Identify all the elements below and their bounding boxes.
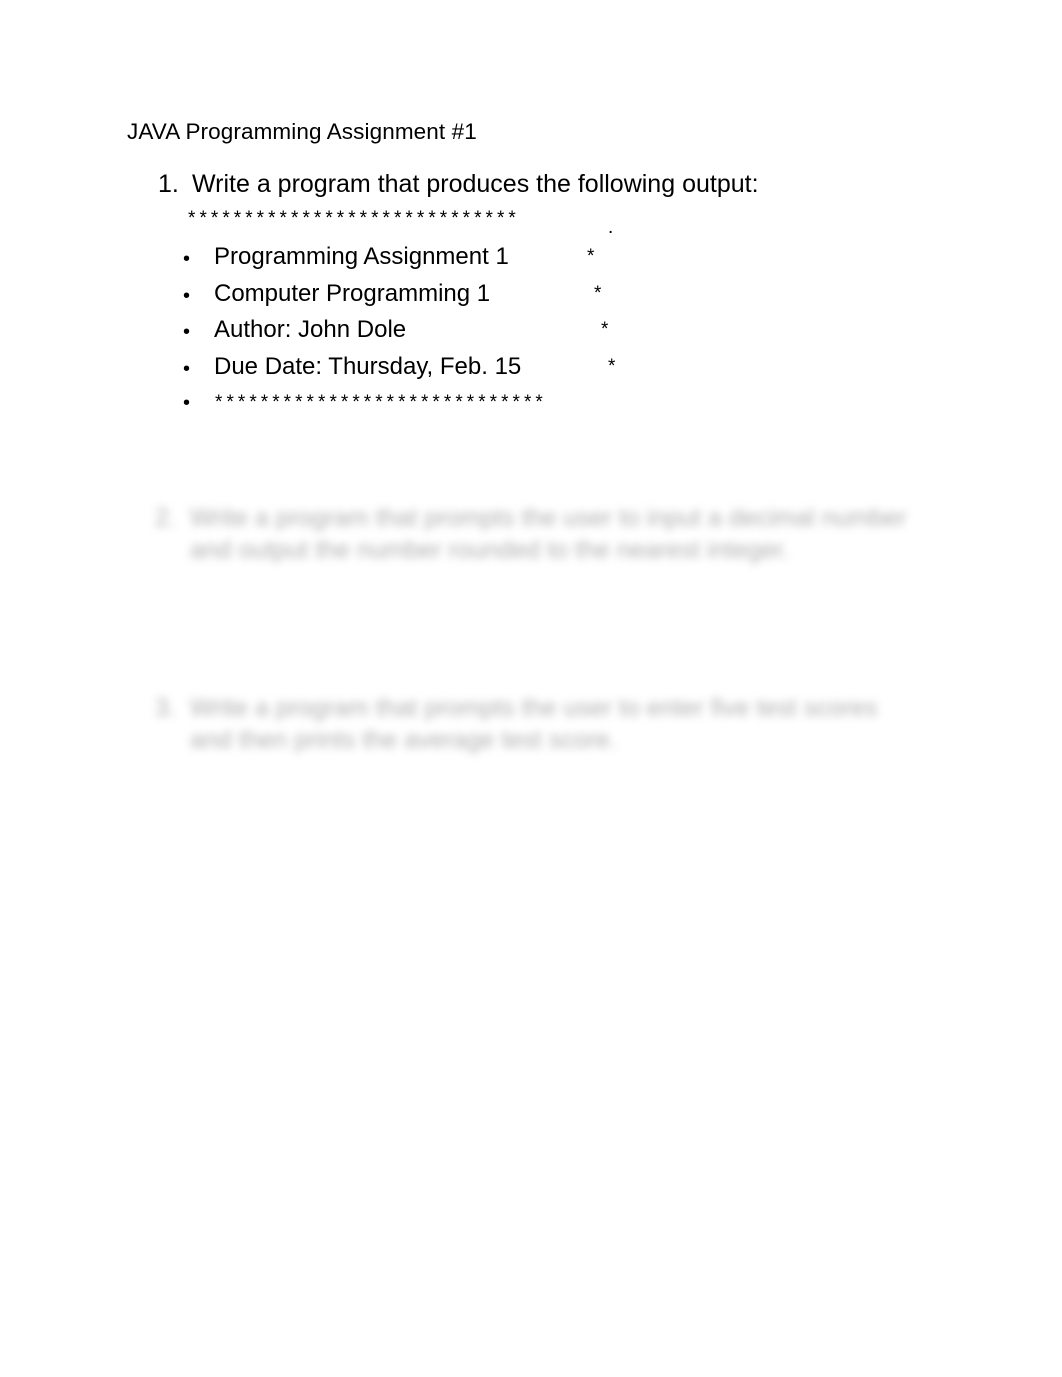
- output-line-label: Computer Programming 1: [214, 279, 491, 307]
- output-line-label: Due Date: Thursday, Feb. 15: [214, 352, 522, 380]
- list-item-3-number: 3.: [155, 694, 176, 722]
- asterisk-icon: *: [587, 246, 595, 267]
- bullet-dot-icon: •: [183, 392, 191, 414]
- bullet-dot-icon: •: [183, 284, 191, 307]
- asterisk-icon: *: [594, 282, 602, 304]
- list-item-1-number: 1.: [158, 170, 179, 198]
- asterisk-icon: *: [601, 319, 609, 340]
- list-item-2-number: 2.: [155, 504, 176, 532]
- output-line-label: Programming Assignment 1: [214, 243, 509, 270]
- asterisk-border-top: *****************************: [188, 208, 520, 229]
- bullet-dot-icon: •: [183, 248, 191, 270]
- list-item-2-text-line-2: and output the number rounded to the nea…: [190, 536, 790, 564]
- asterisk-border-bottom: *****************************: [215, 392, 547, 413]
- document-title: JAVA Programming Assignment #1: [127, 119, 477, 144]
- list-item: • Computer Programming 1 *: [183, 280, 643, 317]
- bullet-dot-icon: •: [183, 321, 191, 343]
- trailing-period: .: [608, 217, 614, 238]
- list-item-3-text-line-2: and then prints the average test score.: [190, 726, 617, 754]
- list-item-1-text: Write a program that produces the follow…: [192, 170, 759, 198]
- output-line-label: Author: John Dole: [214, 316, 407, 343]
- document-page: JAVA Programming Assignment #1 1. Write …: [0, 0, 1062, 1377]
- bullet-dot-icon: •: [183, 357, 191, 380]
- list-item: • Due Date: Thursday, Feb. 15 *: [183, 353, 643, 390]
- list-item: • Author: John Dole *: [183, 316, 643, 353]
- asterisk-icon: *: [608, 355, 616, 377]
- list-item: • Programming Assignment 1 *: [183, 243, 643, 280]
